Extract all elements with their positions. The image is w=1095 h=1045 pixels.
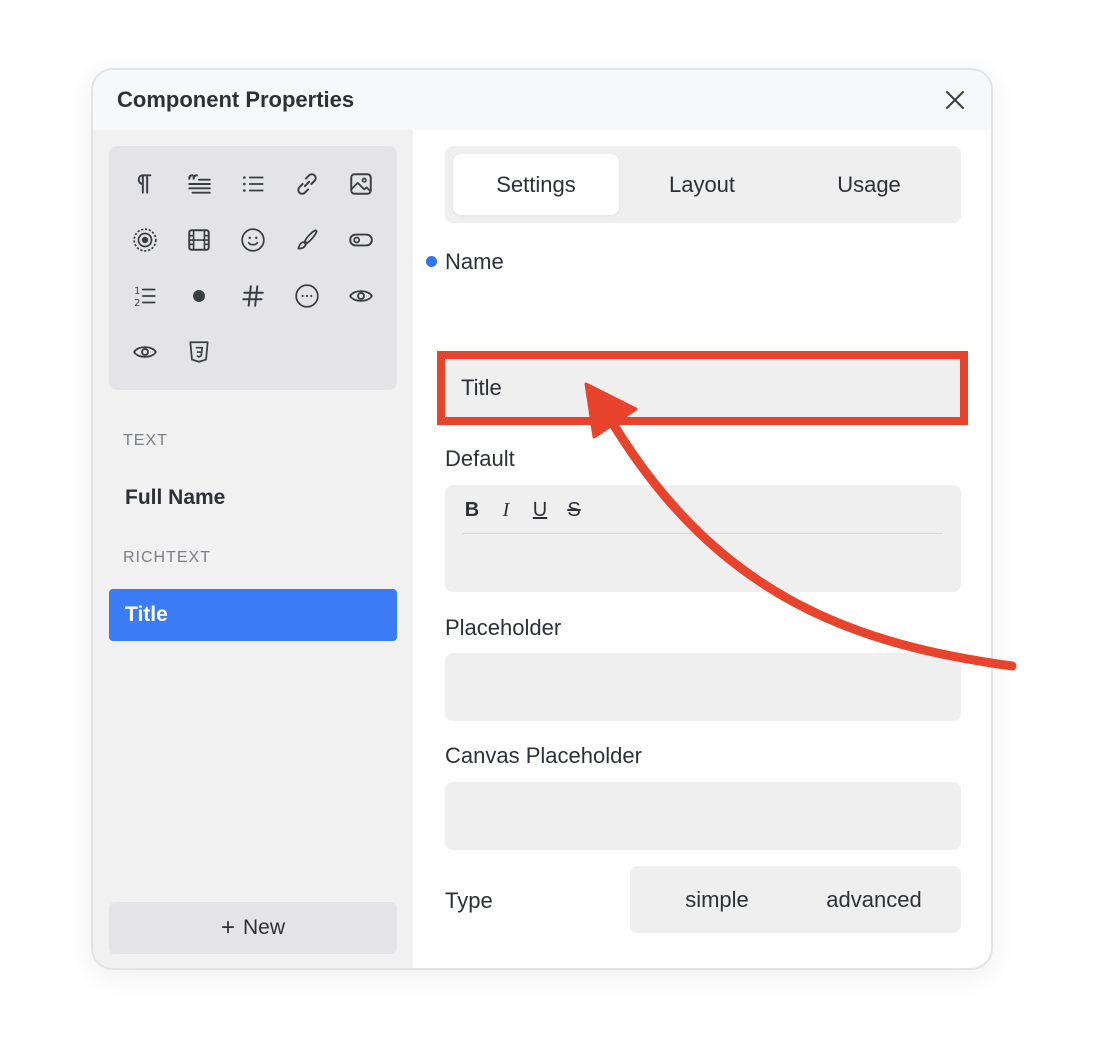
toolbar-divider — [463, 533, 943, 534]
type-option-advanced[interactable]: advanced — [800, 866, 948, 933]
bullet-list-icon — [243, 176, 264, 192]
blockquote-icon — [188, 174, 211, 194]
numbered-list-icon: 1 2 — [134, 286, 156, 309]
section-label-richtext: RICHTEXT — [123, 549, 211, 566]
underline-button[interactable]: U — [531, 499, 549, 521]
smiley-icon — [241, 228, 265, 252]
numbered-list-button[interactable]: 1 2 — [127, 278, 163, 314]
type-option-simple[interactable]: simple — [652, 866, 782, 933]
hash-icon — [242, 285, 264, 307]
strikethrough-button[interactable]: S — [565, 499, 583, 521]
radio-button-component[interactable] — [127, 222, 163, 258]
bullet-list-button[interactable] — [235, 166, 271, 202]
plus-icon: + — [220, 914, 235, 941]
close-button[interactable] — [943, 88, 967, 112]
rich-text-toolbar: B I U S — [463, 499, 583, 521]
link-icon — [297, 173, 317, 195]
component-icon-grid: 1 2 — [109, 146, 397, 390]
visibility-button-2[interactable] — [127, 334, 163, 370]
new-button-label: New — [243, 916, 286, 939]
brush-icon — [297, 229, 318, 250]
blockquote-button[interactable] — [181, 166, 217, 202]
dialog-header: Component Properties — [93, 70, 991, 130]
more-button[interactable] — [289, 278, 325, 314]
paragraph-icon — [137, 174, 152, 194]
tab-layout[interactable]: Layout — [619, 154, 785, 215]
default-label: Default — [445, 446, 515, 471]
dialog-title: Component Properties — [117, 87, 355, 112]
css3-icon — [189, 341, 209, 363]
list-item-title[interactable]: Title — [109, 589, 397, 641]
svg-text:1: 1 — [134, 286, 140, 297]
modified-indicator-dot — [426, 256, 437, 267]
dot-button[interactable] — [181, 278, 217, 314]
toggle-button[interactable] — [343, 222, 379, 258]
placeholder-label: Placeholder — [445, 615, 562, 640]
name-label: Name — [445, 249, 504, 274]
radio-target-icon — [133, 228, 157, 252]
visibility-button[interactable] — [343, 278, 379, 314]
canvas-placeholder-label: Canvas Placeholder — [445, 743, 642, 768]
tab-usage[interactable]: Usage — [786, 154, 952, 215]
main-panel: Settings Layout Usage Name Title Default… — [413, 130, 991, 968]
canvas-placeholder-input[interactable] — [445, 782, 961, 850]
tab-settings[interactable]: Settings — [453, 154, 619, 215]
name-input[interactable]: Title — [437, 351, 968, 425]
toggle-icon — [349, 233, 373, 247]
eye-icon — [349, 290, 373, 302]
brush-button[interactable] — [289, 222, 325, 258]
component-properties-dialog: Component Properties 1 2 TEXT Full Name … — [91, 68, 993, 970]
svg-text:2: 2 — [134, 298, 140, 309]
link-button[interactable] — [289, 166, 325, 202]
new-button[interactable]: + New — [109, 902, 397, 954]
image-icon — [350, 173, 372, 195]
bold-button[interactable]: B — [463, 499, 481, 521]
css-button[interactable] — [181, 334, 217, 370]
paragraph-button[interactable] — [127, 166, 163, 202]
emoji-button[interactable] — [235, 222, 271, 258]
video-button[interactable] — [181, 222, 217, 258]
dot-icon — [193, 290, 205, 302]
number-button[interactable] — [235, 278, 271, 314]
sidebar: 1 2 TEXT Full Name RICHTEXT Title + New — [93, 130, 413, 968]
more-circle-icon — [295, 284, 319, 308]
eye-icon — [133, 346, 157, 358]
type-segmented-control: simple advanced — [630, 866, 961, 933]
film-icon — [188, 229, 210, 251]
default-rich-text-editor[interactable]: B I U S — [445, 485, 961, 592]
section-label-text: TEXT — [123, 432, 168, 449]
close-icon — [946, 91, 964, 109]
placeholder-input[interactable] — [445, 653, 961, 721]
list-item-full-name[interactable]: Full Name — [109, 472, 397, 524]
type-label: Type — [445, 888, 493, 913]
image-button[interactable] — [343, 166, 379, 202]
tab-bar: Settings Layout Usage — [445, 146, 961, 223]
italic-button[interactable]: I — [497, 499, 515, 521]
